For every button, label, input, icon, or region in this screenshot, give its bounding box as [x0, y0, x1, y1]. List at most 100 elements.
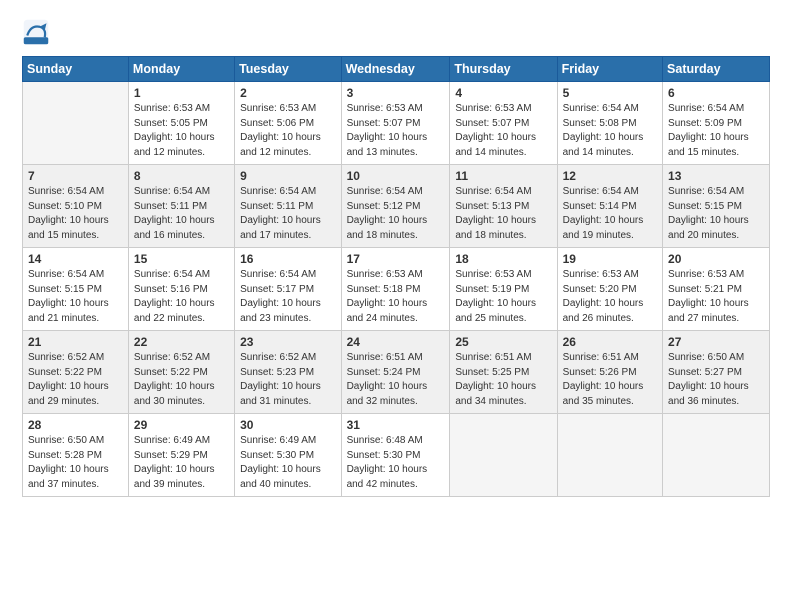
calendar-cell: 1 Sunrise: 6:53 AMSunset: 5:05 PMDaylight…	[128, 82, 234, 165]
calendar-header-row: SundayMondayTuesdayWednesdayThursdayFrid…	[23, 57, 770, 82]
calendar-cell: 19 Sunrise: 6:53 AMSunset: 5:20 PMDayligh…	[557, 248, 662, 331]
day-number: 29	[134, 418, 229, 432]
day-number: 12	[563, 169, 657, 183]
calendar-cell	[450, 414, 557, 497]
day-number: 6	[668, 86, 764, 100]
calendar-cell: 16 Sunrise: 6:54 AMSunset: 5:17 PMDayligh…	[235, 248, 341, 331]
day-number: 11	[455, 169, 551, 183]
day-info: Sunrise: 6:51 AMSunset: 5:26 PMDaylight:…	[563, 351, 657, 409]
logo	[22, 18, 54, 46]
calendar-header-wednesday: Wednesday	[341, 57, 450, 82]
calendar-cell: 11 Sunrise: 6:54 AMSunset: 5:13 PMDayligh…	[450, 165, 557, 248]
day-number: 19	[563, 252, 657, 266]
calendar-cell: 25 Sunrise: 6:51 AMSunset: 5:25 PMDayligh…	[450, 331, 557, 414]
calendar: SundayMondayTuesdayWednesdayThursdayFrid…	[22, 56, 770, 497]
day-info: Sunrise: 6:53 AMSunset: 5:06 PMDaylight:…	[240, 102, 335, 160]
calendar-cell	[663, 414, 770, 497]
calendar-week-1: 1 Sunrise: 6:53 AMSunset: 5:05 PMDaylight…	[23, 82, 770, 165]
calendar-header-friday: Friday	[557, 57, 662, 82]
day-info: Sunrise: 6:53 AMSunset: 5:20 PMDaylight:…	[563, 268, 657, 326]
day-info: Sunrise: 6:53 AMSunset: 5:18 PMDaylight:…	[347, 268, 445, 326]
calendar-header-tuesday: Tuesday	[235, 57, 341, 82]
calendar-cell: 17 Sunrise: 6:53 AMSunset: 5:18 PMDayligh…	[341, 248, 450, 331]
day-number: 16	[240, 252, 335, 266]
day-number: 7	[28, 169, 123, 183]
calendar-cell: 2 Sunrise: 6:53 AMSunset: 5:06 PMDaylight…	[235, 82, 341, 165]
day-info: Sunrise: 6:54 AMSunset: 5:16 PMDaylight:…	[134, 268, 229, 326]
calendar-week-2: 7 Sunrise: 6:54 AMSunset: 5:10 PMDaylight…	[23, 165, 770, 248]
day-number: 4	[455, 86, 551, 100]
calendar-cell: 6 Sunrise: 6:54 AMSunset: 5:09 PMDaylight…	[663, 82, 770, 165]
day-number: 27	[668, 335, 764, 349]
calendar-week-4: 21 Sunrise: 6:52 AMSunset: 5:22 PMDayligh…	[23, 331, 770, 414]
day-info: Sunrise: 6:54 AMSunset: 5:11 PMDaylight:…	[134, 185, 229, 243]
day-number: 20	[668, 252, 764, 266]
calendar-header-thursday: Thursday	[450, 57, 557, 82]
day-info: Sunrise: 6:54 AMSunset: 5:15 PMDaylight:…	[28, 268, 123, 326]
day-info: Sunrise: 6:53 AMSunset: 5:07 PMDaylight:…	[455, 102, 551, 160]
day-info: Sunrise: 6:54 AMSunset: 5:11 PMDaylight:…	[240, 185, 335, 243]
calendar-cell	[557, 414, 662, 497]
calendar-cell: 14 Sunrise: 6:54 AMSunset: 5:15 PMDayligh…	[23, 248, 129, 331]
day-number: 15	[134, 252, 229, 266]
day-info: Sunrise: 6:54 AMSunset: 5:08 PMDaylight:…	[563, 102, 657, 160]
day-info: Sunrise: 6:53 AMSunset: 5:07 PMDaylight:…	[347, 102, 445, 160]
calendar-cell: 7 Sunrise: 6:54 AMSunset: 5:10 PMDaylight…	[23, 165, 129, 248]
calendar-header-sunday: Sunday	[23, 57, 129, 82]
calendar-cell: 24 Sunrise: 6:51 AMSunset: 5:24 PMDayligh…	[341, 331, 450, 414]
day-info: Sunrise: 6:52 AMSunset: 5:22 PMDaylight:…	[28, 351, 123, 409]
day-info: Sunrise: 6:51 AMSunset: 5:24 PMDaylight:…	[347, 351, 445, 409]
day-info: Sunrise: 6:49 AMSunset: 5:29 PMDaylight:…	[134, 434, 229, 492]
day-number: 28	[28, 418, 123, 432]
day-number: 17	[347, 252, 445, 266]
calendar-cell	[23, 82, 129, 165]
day-info: Sunrise: 6:50 AMSunset: 5:27 PMDaylight:…	[668, 351, 764, 409]
calendar-cell: 22 Sunrise: 6:52 AMSunset: 5:22 PMDayligh…	[128, 331, 234, 414]
day-info: Sunrise: 6:50 AMSunset: 5:28 PMDaylight:…	[28, 434, 123, 492]
day-number: 25	[455, 335, 551, 349]
day-info: Sunrise: 6:53 AMSunset: 5:05 PMDaylight:…	[134, 102, 229, 160]
calendar-cell: 27 Sunrise: 6:50 AMSunset: 5:27 PMDayligh…	[663, 331, 770, 414]
day-number: 21	[28, 335, 123, 349]
day-number: 2	[240, 86, 335, 100]
day-number: 3	[347, 86, 445, 100]
calendar-cell: 12 Sunrise: 6:54 AMSunset: 5:14 PMDayligh…	[557, 165, 662, 248]
calendar-cell: 9Sunrise: 6:54 AMSunset: 5:11 PMDaylight…	[235, 165, 341, 248]
calendar-cell: 5Sunrise: 6:54 AMSunset: 5:08 PMDaylight…	[557, 82, 662, 165]
day-number: 22	[134, 335, 229, 349]
calendar-cell: 20Sunrise: 6:53 AMSunset: 5:21 PMDayligh…	[663, 248, 770, 331]
day-number: 26	[563, 335, 657, 349]
calendar-header-monday: Monday	[128, 57, 234, 82]
day-number: 24	[347, 335, 445, 349]
day-number: 10	[347, 169, 445, 183]
day-info: Sunrise: 6:54 AMSunset: 5:15 PMDaylight:…	[668, 185, 764, 243]
day-info: Sunrise: 6:48 AMSunset: 5:30 PMDaylight:…	[347, 434, 445, 492]
day-number: 30	[240, 418, 335, 432]
day-number: 1	[134, 86, 229, 100]
day-number: 8	[134, 169, 229, 183]
calendar-header-saturday: Saturday	[663, 57, 770, 82]
logo-icon	[22, 18, 50, 46]
day-info: Sunrise: 6:54 AMSunset: 5:14 PMDaylight:…	[563, 185, 657, 243]
calendar-cell: 8 Sunrise: 6:54 AMSunset: 5:11 PMDaylight…	[128, 165, 234, 248]
day-info: Sunrise: 6:53 AMSunset: 5:19 PMDaylight:…	[455, 268, 551, 326]
day-number: 14	[28, 252, 123, 266]
calendar-cell: 3 Sunrise: 6:53 AMSunset: 5:07 PMDaylight…	[341, 82, 450, 165]
calendar-cell: 13 Sunrise: 6:54 AMSunset: 5:15 PMDayligh…	[663, 165, 770, 248]
calendar-cell: 29 Sunrise: 6:49 AMSunset: 5:29 PMDayligh…	[128, 414, 234, 497]
calendar-week-5: 28 Sunrise: 6:50 AMSunset: 5:28 PMDayligh…	[23, 414, 770, 497]
header	[22, 18, 770, 46]
day-info: Sunrise: 6:54 AMSunset: 5:10 PMDaylight:…	[28, 185, 123, 243]
day-info: Sunrise: 6:54 AMSunset: 5:17 PMDaylight:…	[240, 268, 335, 326]
day-info: Sunrise: 6:54 AMSunset: 5:13 PMDaylight:…	[455, 185, 551, 243]
day-info: Sunrise: 6:54 AMSunset: 5:09 PMDaylight:…	[668, 102, 764, 160]
day-number: 18	[455, 252, 551, 266]
day-info: Sunrise: 6:51 AMSunset: 5:25 PMDaylight:…	[455, 351, 551, 409]
calendar-cell: 23Sunrise: 6:52 AMSunset: 5:23 PMDayligh…	[235, 331, 341, 414]
day-number: 13	[668, 169, 764, 183]
day-info: Sunrise: 6:49 AMSunset: 5:30 PMDaylight:…	[240, 434, 335, 492]
calendar-cell: 18 Sunrise: 6:53 AMSunset: 5:19 PMDayligh…	[450, 248, 557, 331]
calendar-cell: 15 Sunrise: 6:54 AMSunset: 5:16 PMDayligh…	[128, 248, 234, 331]
day-info: Sunrise: 6:54 AMSunset: 5:12 PMDaylight:…	[347, 185, 445, 243]
day-info: Sunrise: 6:52 AMSunset: 5:22 PMDaylight:…	[134, 351, 229, 409]
